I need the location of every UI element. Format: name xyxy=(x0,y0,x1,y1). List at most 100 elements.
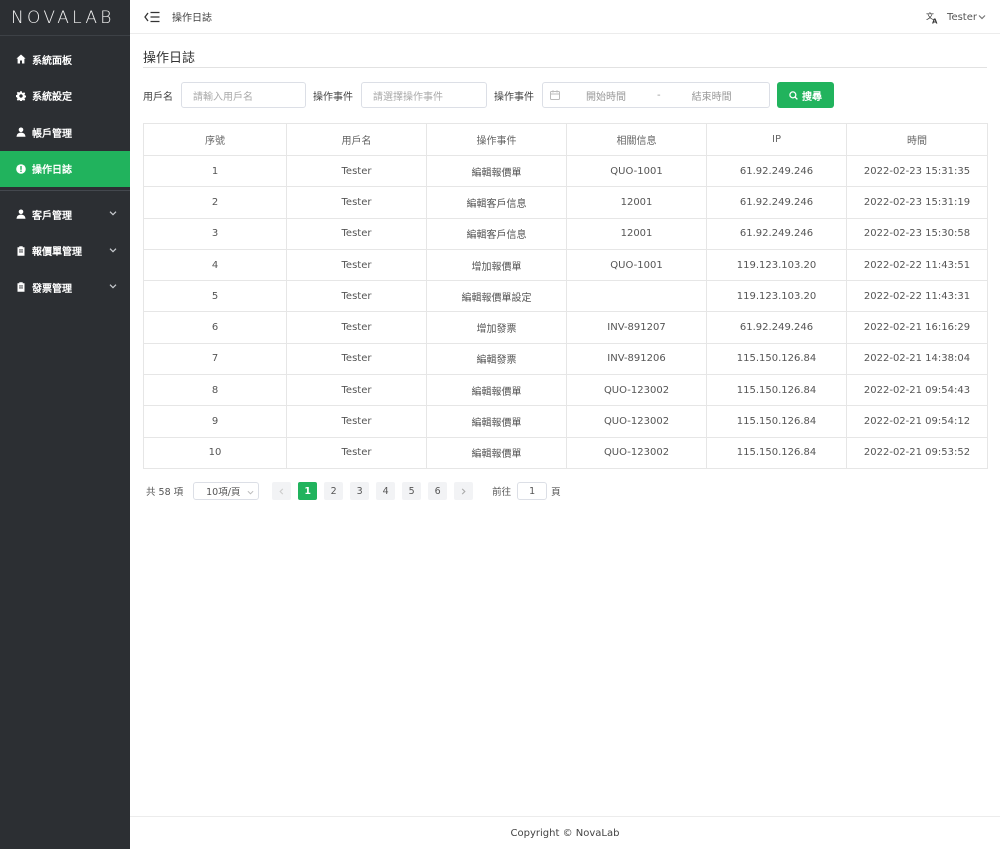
chevron-down-icon xyxy=(978,13,986,21)
user-name: Tester xyxy=(947,11,977,23)
table-cell: 3 xyxy=(143,217,287,250)
alert-circle-icon xyxy=(16,163,26,174)
user-menu[interactable]: Tester xyxy=(947,12,986,23)
logo-text: NOVALAB xyxy=(11,7,115,28)
table-cell xyxy=(566,280,707,313)
table-cell: 增加報價單 xyxy=(426,248,567,282)
event-select[interactable]: 請選擇操作事件 xyxy=(361,82,487,108)
table-cell: QUO-1001 xyxy=(566,248,707,282)
page-title: 操作日誌 xyxy=(143,34,987,68)
table-cell: 61.92.249.246 xyxy=(706,154,847,188)
translate-icon[interactable]: 文A xyxy=(926,11,939,26)
sidebar-item-settings[interactable]: 系統設定 xyxy=(0,78,130,115)
table-cell: 115.150.126.84 xyxy=(706,342,847,376)
table-cell: 編輯客戶信息 xyxy=(426,186,567,219)
sidebar-item-invoices[interactable]: 發票管理 xyxy=(0,269,130,306)
sidebar-nav: 系統面板 系統設定 帳戶管理 操作日誌 客戶管理 報價單管理 發票管理 xyxy=(0,36,130,306)
table-cell: 2022-02-21 16:16:29 xyxy=(846,311,988,344)
goto-label: 前往 xyxy=(492,487,512,498)
column-header: 操作事件 xyxy=(426,123,567,156)
table-cell: Tester xyxy=(286,186,427,219)
table-cell: 10 xyxy=(143,436,287,469)
table-cell: 61.92.249.246 xyxy=(706,217,847,250)
chevron-down-icon xyxy=(109,246,117,254)
table-row: 5 Tester 編輯報價單設定 119.123.103.20 2022-02-22 1… xyxy=(143,280,988,313)
prev-page-button[interactable] xyxy=(272,482,292,500)
page-button-5[interactable]: 5 xyxy=(402,482,422,500)
table-cell: 編輯報價單 xyxy=(426,154,567,188)
chevron-down-icon xyxy=(109,282,117,290)
sidebar-item-quotations[interactable]: 報價單管理 xyxy=(0,233,130,270)
table-cell: Tester xyxy=(286,405,427,438)
total-count: 共 58 項 xyxy=(146,487,184,498)
search-button-label: 搜尋 xyxy=(802,91,822,103)
collapse-menu-icon[interactable] xyxy=(144,11,160,23)
table-header-row: 序號 用戶名 操作事件 相關信息 IP 時間 xyxy=(143,123,988,156)
table-cell: 2022-02-21 09:54:12 xyxy=(846,405,988,438)
table-cell: 1 xyxy=(143,154,287,188)
table-cell: 61.92.249.246 xyxy=(706,311,847,344)
sidebar-item-operation-log[interactable]: 操作日誌 xyxy=(0,150,130,187)
sidebar-divider xyxy=(0,190,130,191)
goto-suffix: 頁 xyxy=(551,487,561,498)
table-cell: 12001 xyxy=(566,186,707,219)
svg-text:A: A xyxy=(932,17,938,24)
table-row: 6 Tester 增加發票 INV-891207 61.92.249.246 2022-0… xyxy=(143,311,988,344)
sidebar-item-label: 系統面板 xyxy=(32,55,72,67)
operation-log-table: 序號 用戶名 操作事件 相關信息 IP 時間 1 Tester 編輯報價單 QUO-1… xyxy=(143,123,988,469)
table-cell: 編輯報價單 xyxy=(426,405,567,438)
sidebar-item-customers[interactable]: 客戶管理 xyxy=(0,196,130,233)
column-header: 用戶名 xyxy=(286,123,427,156)
page-button-3[interactable]: 3 xyxy=(350,482,370,500)
page-button-4[interactable]: 4 xyxy=(376,482,396,500)
column-header: 序號 xyxy=(143,123,287,156)
page-button-1[interactable]: 1 xyxy=(298,482,318,500)
page-button-6[interactable]: 6 xyxy=(428,482,448,500)
table-row: 4 Tester 增加報價單 QUO-1001 119.123.103.20 2022-0… xyxy=(143,248,988,282)
footer: Copyright © NovaLab xyxy=(130,816,1000,849)
page-button-2[interactable]: 2 xyxy=(324,482,344,500)
chevron-down-icon xyxy=(247,488,254,495)
chevron-right-icon xyxy=(461,487,466,495)
table-cell: 5 xyxy=(143,280,287,313)
username-placeholder: 請輸入用戶名 xyxy=(193,91,253,103)
end-date-input[interactable]: 結束時間 xyxy=(692,88,732,103)
chevron-left-icon xyxy=(279,487,284,495)
table-cell: 61.92.249.246 xyxy=(706,186,847,219)
sidebar-item-label: 系統設定 xyxy=(32,92,72,104)
date-range-picker[interactable]: 開始時間 - 結束時間 xyxy=(542,82,770,108)
start-date-input[interactable]: 開始時間 xyxy=(586,88,626,103)
date-label: 操作事件 xyxy=(494,91,534,103)
clipboard-icon xyxy=(16,282,26,293)
sidebar-item-label: 客戶管理 xyxy=(32,210,72,222)
chevron-down-icon xyxy=(109,209,117,217)
event-placeholder: 請選擇操作事件 xyxy=(373,91,443,103)
sidebar-item-accounts[interactable]: 帳戶管理 xyxy=(0,114,130,151)
table-row: 1 Tester 編輯報價單 QUO-1001 61.92.249.246 2022-02… xyxy=(143,154,988,188)
sidebar-item-label: 報價單管理 xyxy=(32,247,82,259)
username-input[interactable]: 請輸入用戶名 xyxy=(181,82,306,108)
next-page-button[interactable] xyxy=(454,482,474,500)
table-cell: 9 xyxy=(143,405,287,438)
column-header: 時間 xyxy=(846,123,988,156)
table-cell: 2022-02-22 11:43:31 xyxy=(846,280,988,313)
table-cell: 115.150.126.84 xyxy=(706,374,847,407)
table-cell: 2022-02-22 11:43:51 xyxy=(846,248,988,282)
table-cell: 12001 xyxy=(566,217,707,250)
table-cell: 8 xyxy=(143,374,287,407)
goto-page-input[interactable]: 1 xyxy=(517,482,548,500)
table-cell: 7 xyxy=(143,342,287,376)
table-cell: 6 xyxy=(143,311,287,344)
sidebar: NOVALAB 系統面板 系統設定 帳戶管理 操作日誌 客戶管理 報價單管理 發… xyxy=(0,0,130,849)
table-cell: Tester xyxy=(286,280,427,313)
top-header: 操作日誌 文A Tester xyxy=(130,0,1000,34)
table-cell: 2022-02-23 15:31:19 xyxy=(846,186,988,219)
table-cell: Tester xyxy=(286,248,427,282)
table-cell: 2022-02-21 09:54:43 xyxy=(846,374,988,407)
sidebar-item-dashboard[interactable]: 系統面板 xyxy=(0,41,130,78)
table-cell: 2022-02-21 09:53:52 xyxy=(846,436,988,469)
table-cell: 119.123.103.20 xyxy=(706,280,847,313)
search-button[interactable]: 搜尋 xyxy=(777,82,834,108)
table-cell: 編輯報價單 xyxy=(426,436,567,469)
page-size-select[interactable]: 10項/頁 xyxy=(193,482,260,500)
